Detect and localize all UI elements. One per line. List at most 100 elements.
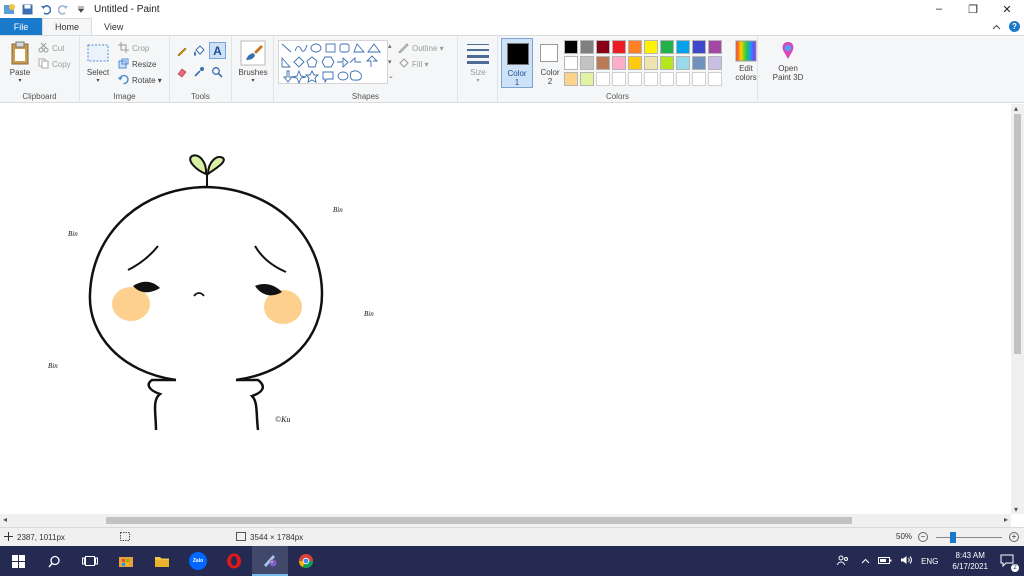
- tab-home[interactable]: Home: [42, 18, 93, 35]
- color-swatch[interactable]: [644, 56, 658, 70]
- color-swatch[interactable]: [660, 40, 674, 54]
- crop-button[interactable]: Crop: [118, 42, 149, 55]
- color-swatch[interactable]: [612, 40, 626, 54]
- collapse-ribbon-icon[interactable]: [992, 22, 1001, 32]
- magnifier-icon[interactable]: [211, 66, 223, 80]
- color-swatch[interactable]: [580, 56, 594, 70]
- fill-button[interactable]: Fill ▾: [398, 58, 428, 71]
- color-swatch[interactable]: [676, 40, 690, 54]
- color-swatch[interactable]: [628, 56, 642, 70]
- color-swatch[interactable]: [628, 40, 642, 54]
- volume-icon[interactable]: [900, 555, 913, 567]
- show-hidden-icons[interactable]: [861, 557, 870, 566]
- color-swatch[interactable]: [596, 72, 610, 86]
- horizontal-scrollbar[interactable]: ◂ ▸: [0, 514, 1011, 527]
- color-swatch[interactable]: [660, 56, 674, 70]
- save-icon[interactable]: [20, 2, 34, 16]
- tab-view[interactable]: View: [92, 18, 135, 35]
- color-swatch[interactable]: [564, 56, 578, 70]
- shapes-gallery[interactable]: [278, 40, 388, 85]
- help-icon[interactable]: ?: [1009, 21, 1020, 32]
- color-swatch[interactable]: [580, 72, 594, 86]
- pencil-icon[interactable]: [176, 45, 188, 59]
- taskbar-opera[interactable]: [216, 546, 252, 576]
- undo-icon[interactable]: [38, 2, 52, 16]
- zoom-slider-thumb[interactable]: [950, 532, 956, 543]
- color-swatch[interactable]: [612, 72, 626, 86]
- horizontal-scroll-thumb[interactable]: [106, 517, 852, 524]
- taskbar-chrome[interactable]: [288, 546, 324, 576]
- canvas-size: 3544 × 1784px: [236, 532, 303, 543]
- scroll-right-icon[interactable]: ▸: [1004, 515, 1008, 524]
- size-button[interactable]: Size ▾: [464, 40, 492, 84]
- canvas-workspace[interactable]: Bin Bin Bin Bin ©Ku: [0, 104, 1024, 514]
- input-language[interactable]: ENG: [921, 557, 938, 566]
- zoom-in-button[interactable]: +: [1009, 532, 1019, 542]
- brushes-button[interactable]: Brushes ▾: [236, 40, 270, 84]
- color-swatch[interactable]: [596, 40, 610, 54]
- text-tool-icon[interactable]: A: [209, 42, 226, 59]
- zoom-out-button[interactable]: −: [918, 532, 928, 542]
- color1-selector[interactable]: Color 1: [501, 38, 533, 88]
- outline-button[interactable]: Outline ▾: [398, 42, 444, 55]
- customize-qat-icon[interactable]: [74, 2, 88, 16]
- vertical-scrollbar[interactable]: ▴ ▾: [1011, 104, 1024, 514]
- color-swatch[interactable]: [708, 56, 722, 70]
- color2-selector[interactable]: Color 2: [536, 38, 564, 88]
- clock[interactable]: 8:43 AM 6/17/2021: [952, 550, 988, 572]
- redo-icon[interactable]: [56, 2, 70, 16]
- people-icon[interactable]: [837, 555, 849, 568]
- fill-bucket-icon[interactable]: [193, 45, 205, 59]
- color-swatch[interactable]: [708, 72, 722, 86]
- eraser-icon[interactable]: [176, 66, 188, 80]
- select-button[interactable]: Select ▾: [84, 40, 112, 84]
- color-swatch[interactable]: [692, 72, 706, 86]
- rotate-button[interactable]: Rotate ▾: [118, 74, 162, 87]
- shapes-scroll-down-icon[interactable]: ▾: [388, 58, 392, 66]
- ribbon-tabs: File Home View ?: [0, 18, 1024, 35]
- close-button[interactable]: ✕: [990, 0, 1024, 18]
- color-swatch[interactable]: [580, 40, 594, 54]
- color-swatch[interactable]: [692, 40, 706, 54]
- color-swatch[interactable]: [644, 40, 658, 54]
- color-picker-icon[interactable]: [193, 66, 205, 80]
- color-swatch[interactable]: [660, 72, 674, 86]
- shapes-more-icon[interactable]: ⌄: [388, 72, 394, 80]
- color-swatch[interactable]: [596, 56, 610, 70]
- minimize-button[interactable]: –: [922, 0, 956, 18]
- scroll-down-icon[interactable]: ▾: [1014, 505, 1018, 514]
- cut-button[interactable]: Cut: [38, 42, 64, 55]
- taskbar-file-explorer[interactable]: [144, 546, 180, 576]
- shapes-scroll-up-icon[interactable]: ▴: [388, 42, 392, 50]
- color-swatch[interactable]: [564, 72, 578, 86]
- color-swatch[interactable]: [676, 72, 690, 86]
- copy-button[interactable]: Copy: [38, 58, 71, 71]
- color-swatch[interactable]: [692, 56, 706, 70]
- resize-button[interactable]: Resize: [118, 58, 156, 71]
- color-swatch[interactable]: [612, 56, 626, 70]
- color-swatch[interactable]: [644, 72, 658, 86]
- paste-button[interactable]: Paste ▾: [6, 40, 34, 84]
- maximize-button[interactable]: ❐: [956, 0, 990, 18]
- drawing-canvas[interactable]: Bin Bin Bin Bin ©Ku: [0, 104, 1011, 514]
- taskbar-paint[interactable]: [252, 546, 288, 576]
- color-swatch[interactable]: [564, 40, 578, 54]
- taskbar-app-store[interactable]: [108, 546, 144, 576]
- color-swatch[interactable]: [708, 40, 722, 54]
- color-swatch[interactable]: [628, 72, 642, 86]
- open-paint3d-button[interactable]: Open Paint 3D: [768, 40, 808, 82]
- start-button[interactable]: [0, 546, 36, 576]
- scroll-left-icon[interactable]: ◂: [3, 515, 7, 524]
- scroll-up-icon[interactable]: ▴: [1014, 104, 1018, 113]
- selection-size: [120, 532, 130, 543]
- task-view-button[interactable]: [72, 546, 108, 576]
- zoom-slider-track[interactable]: [936, 537, 1002, 538]
- taskbar-zalo[interactable]: Zalo: [180, 546, 216, 576]
- tab-file[interactable]: File: [0, 18, 42, 35]
- battery-icon[interactable]: [878, 556, 892, 567]
- action-center-button[interactable]: 2: [1000, 554, 1019, 572]
- search-button[interactable]: [36, 546, 72, 576]
- vertical-scroll-thumb[interactable]: [1014, 114, 1021, 354]
- color-swatch[interactable]: [676, 56, 690, 70]
- edit-colors-button[interactable]: Edit colors: [732, 40, 760, 82]
